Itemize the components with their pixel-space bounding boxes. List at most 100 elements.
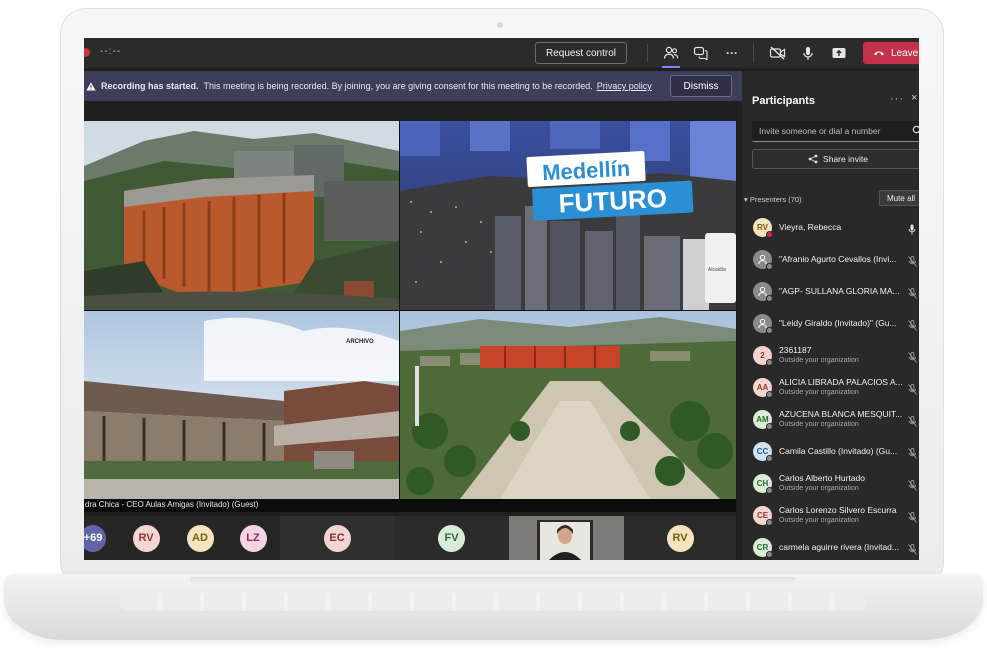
microphone-muted-icon[interactable] [908, 254, 917, 272]
mute-all-button[interactable]: Mute all [879, 190, 919, 206]
keyboard-edge [120, 593, 866, 611]
camera-off-icon[interactable] [767, 43, 789, 63]
participant-name: carmela aguirre rivera (Invitad... [779, 542, 899, 552]
participant-org-note: Outside your organization [779, 357, 859, 364]
presence-status-dot [766, 423, 773, 430]
avatar: AD [186, 524, 214, 552]
participant-name: Carlos Alberto Hurtado [779, 473, 865, 483]
presence-status-dot [766, 519, 773, 526]
avatar: RV [132, 524, 160, 552]
presence-status-dot [766, 263, 773, 270]
overflow-participants[interactable]: +69 [84, 516, 106, 560]
close-icon[interactable]: × [911, 92, 917, 104]
presenters-label: Presenters (70) [749, 195, 802, 204]
meeting-timer: --:-- [100, 46, 122, 57]
dismiss-button[interactable]: Dismiss [670, 75, 732, 97]
microphone-icon[interactable] [797, 43, 819, 63]
avatar: RV [666, 524, 694, 552]
participant-tile[interactable]: AD [180, 516, 220, 560]
participant-row[interactable]: 2 2361187 Outside your organization [742, 340, 919, 372]
participants-title: Participants [752, 95, 815, 107]
microphone-muted-icon[interactable] [908, 382, 917, 400]
laptop-hinge [190, 577, 796, 587]
participant-tile[interactable]: RV [126, 516, 166, 560]
alcaldia-sign: Alcaldía [708, 267, 726, 273]
share-invite-label: Share invite [823, 154, 868, 164]
video-tile-medellin-futuro[interactable]: Alcaldía Medellín FUTURO [400, 121, 736, 310]
participant-tile[interactable]: FV [394, 516, 509, 560]
presence-status-dot [766, 487, 773, 494]
participant-name: Camila Castillo (Invitado) (Gu... [779, 446, 898, 456]
participant-row[interactable]: "Afranio Agurto Cevallos (Invi... [742, 244, 919, 276]
participant-name: 2361187 [779, 345, 812, 355]
microphone-muted-icon[interactable] [908, 446, 917, 464]
avatar: FV [438, 524, 465, 552]
recording-banner: Recording has started. This meeting is b… [84, 71, 742, 101]
presence-status-dot [766, 359, 773, 366]
participant-org-note: Outside your organization [779, 517, 859, 524]
participant-name: Carlos Lorenzo Silvero Escurra [779, 505, 897, 515]
microphone-icon[interactable] [908, 222, 916, 240]
participant-org-note: Outside your organization [779, 485, 859, 492]
participant-name: "Afranio Agurto Cevallos (Invi... [779, 254, 897, 264]
microphone-muted-icon[interactable] [908, 478, 917, 496]
meeting-toolbar: --:-- Request control ··· Leave [84, 38, 919, 68]
participant-org-note: Outside your organization [779, 421, 859, 428]
presence-status-dot [766, 551, 773, 558]
presence-status-dot [766, 455, 773, 462]
presenters-section-header[interactable]: ▾ Presenters (70) [744, 195, 802, 204]
microphone-muted-icon[interactable] [908, 318, 917, 336]
share-icon [808, 154, 818, 164]
microphone-muted-icon[interactable] [908, 542, 917, 560]
participant-tile[interactable]: EC [280, 516, 394, 560]
panel-more-icon[interactable]: ··· [890, 93, 904, 105]
video-tile-building-orange[interactable] [84, 121, 399, 310]
video-tile-park-aerial[interactable] [400, 311, 736, 499]
participant-row[interactable]: RV Vieyra, Rebecca [742, 212, 919, 244]
recording-banner-title: Recording has started. [101, 81, 199, 91]
participant-name: "Leidy Giraldo (Invitado)" (Gu... [779, 318, 897, 328]
participant-row[interactable]: CE Carlos Lorenzo Silvero Escurra Outside … [742, 500, 919, 532]
presence-status-dot [766, 295, 773, 302]
participant-row[interactable]: "Leidy Giraldo (Invitado)" (Gu... [742, 308, 919, 340]
participant-row[interactable]: CR carmela aguirre rivera (Invitad... [742, 532, 919, 560]
avatar: EC [323, 524, 351, 552]
video-tile-building-archive[interactable]: ARCHIVO [84, 311, 399, 499]
participant-video-tile[interactable] [509, 516, 624, 560]
participant-tile[interactable]: LZ [233, 516, 273, 560]
microphone-muted-icon[interactable] [908, 510, 917, 528]
participant-name: "AGP- SULLANA GLORIA MA... [779, 286, 900, 296]
leave-button[interactable]: Leave [863, 42, 919, 64]
participant-row[interactable]: CH Carlos Alberto Hurtado Outside your org… [742, 468, 919, 500]
privacy-policy-link[interactable]: Privacy policy [597, 81, 652, 91]
participant-row[interactable]: "AGP- SULLANA GLORIA MA... [742, 276, 919, 308]
participant-name: ALICIA LIBRADA PALACIOS A... [779, 377, 903, 387]
participant-row[interactable]: AA ALICIA LIBRADA PALACIOS A... Outside yo… [742, 372, 919, 404]
participant-row[interactable]: AM AZUCENA BLANCA MESQUIT... Outside your … [742, 404, 919, 436]
microphone-muted-icon[interactable] [908, 350, 917, 368]
microphone-muted-icon[interactable] [908, 286, 917, 304]
participant-name: Vieyra, Rebecca [779, 222, 842, 232]
people-icon[interactable] [660, 43, 682, 68]
participant-tile[interactable]: RV [624, 516, 736, 560]
presence-status-dot [766, 231, 773, 238]
share-screen-icon[interactable] [828, 43, 850, 63]
warning-icon [86, 82, 96, 90]
share-invite-button[interactable]: Share invite [752, 149, 919, 169]
recording-indicator-dot [84, 48, 90, 57]
invite-input[interactable] [752, 121, 919, 142]
shared-content-area: Alcaldía Medellín FUTURO ARCHIVO [84, 121, 736, 499]
toolbar-divider [647, 44, 648, 62]
request-control-button[interactable]: Request control [535, 42, 627, 64]
logo-line-1: Medellín [542, 156, 631, 186]
microphone-muted-icon[interactable] [908, 414, 917, 432]
participant-row[interactable]: CC Camila Castillo (Invitado) (Gu... [742, 436, 919, 468]
meeting-screen: --:-- Request control ··· Leave Recordin… [84, 38, 919, 560]
recording-banner-message: This meeting is being recorded. By joini… [203, 81, 593, 91]
participant-org-note: Outside your organization [779, 389, 859, 396]
chat-icon[interactable] [690, 43, 712, 63]
webcam-dot [497, 22, 503, 28]
more-options-icon[interactable]: ··· [721, 43, 743, 63]
search-icon[interactable] [912, 125, 919, 135]
participant-name: AZUCENA BLANCA MESQUIT... [779, 409, 903, 419]
